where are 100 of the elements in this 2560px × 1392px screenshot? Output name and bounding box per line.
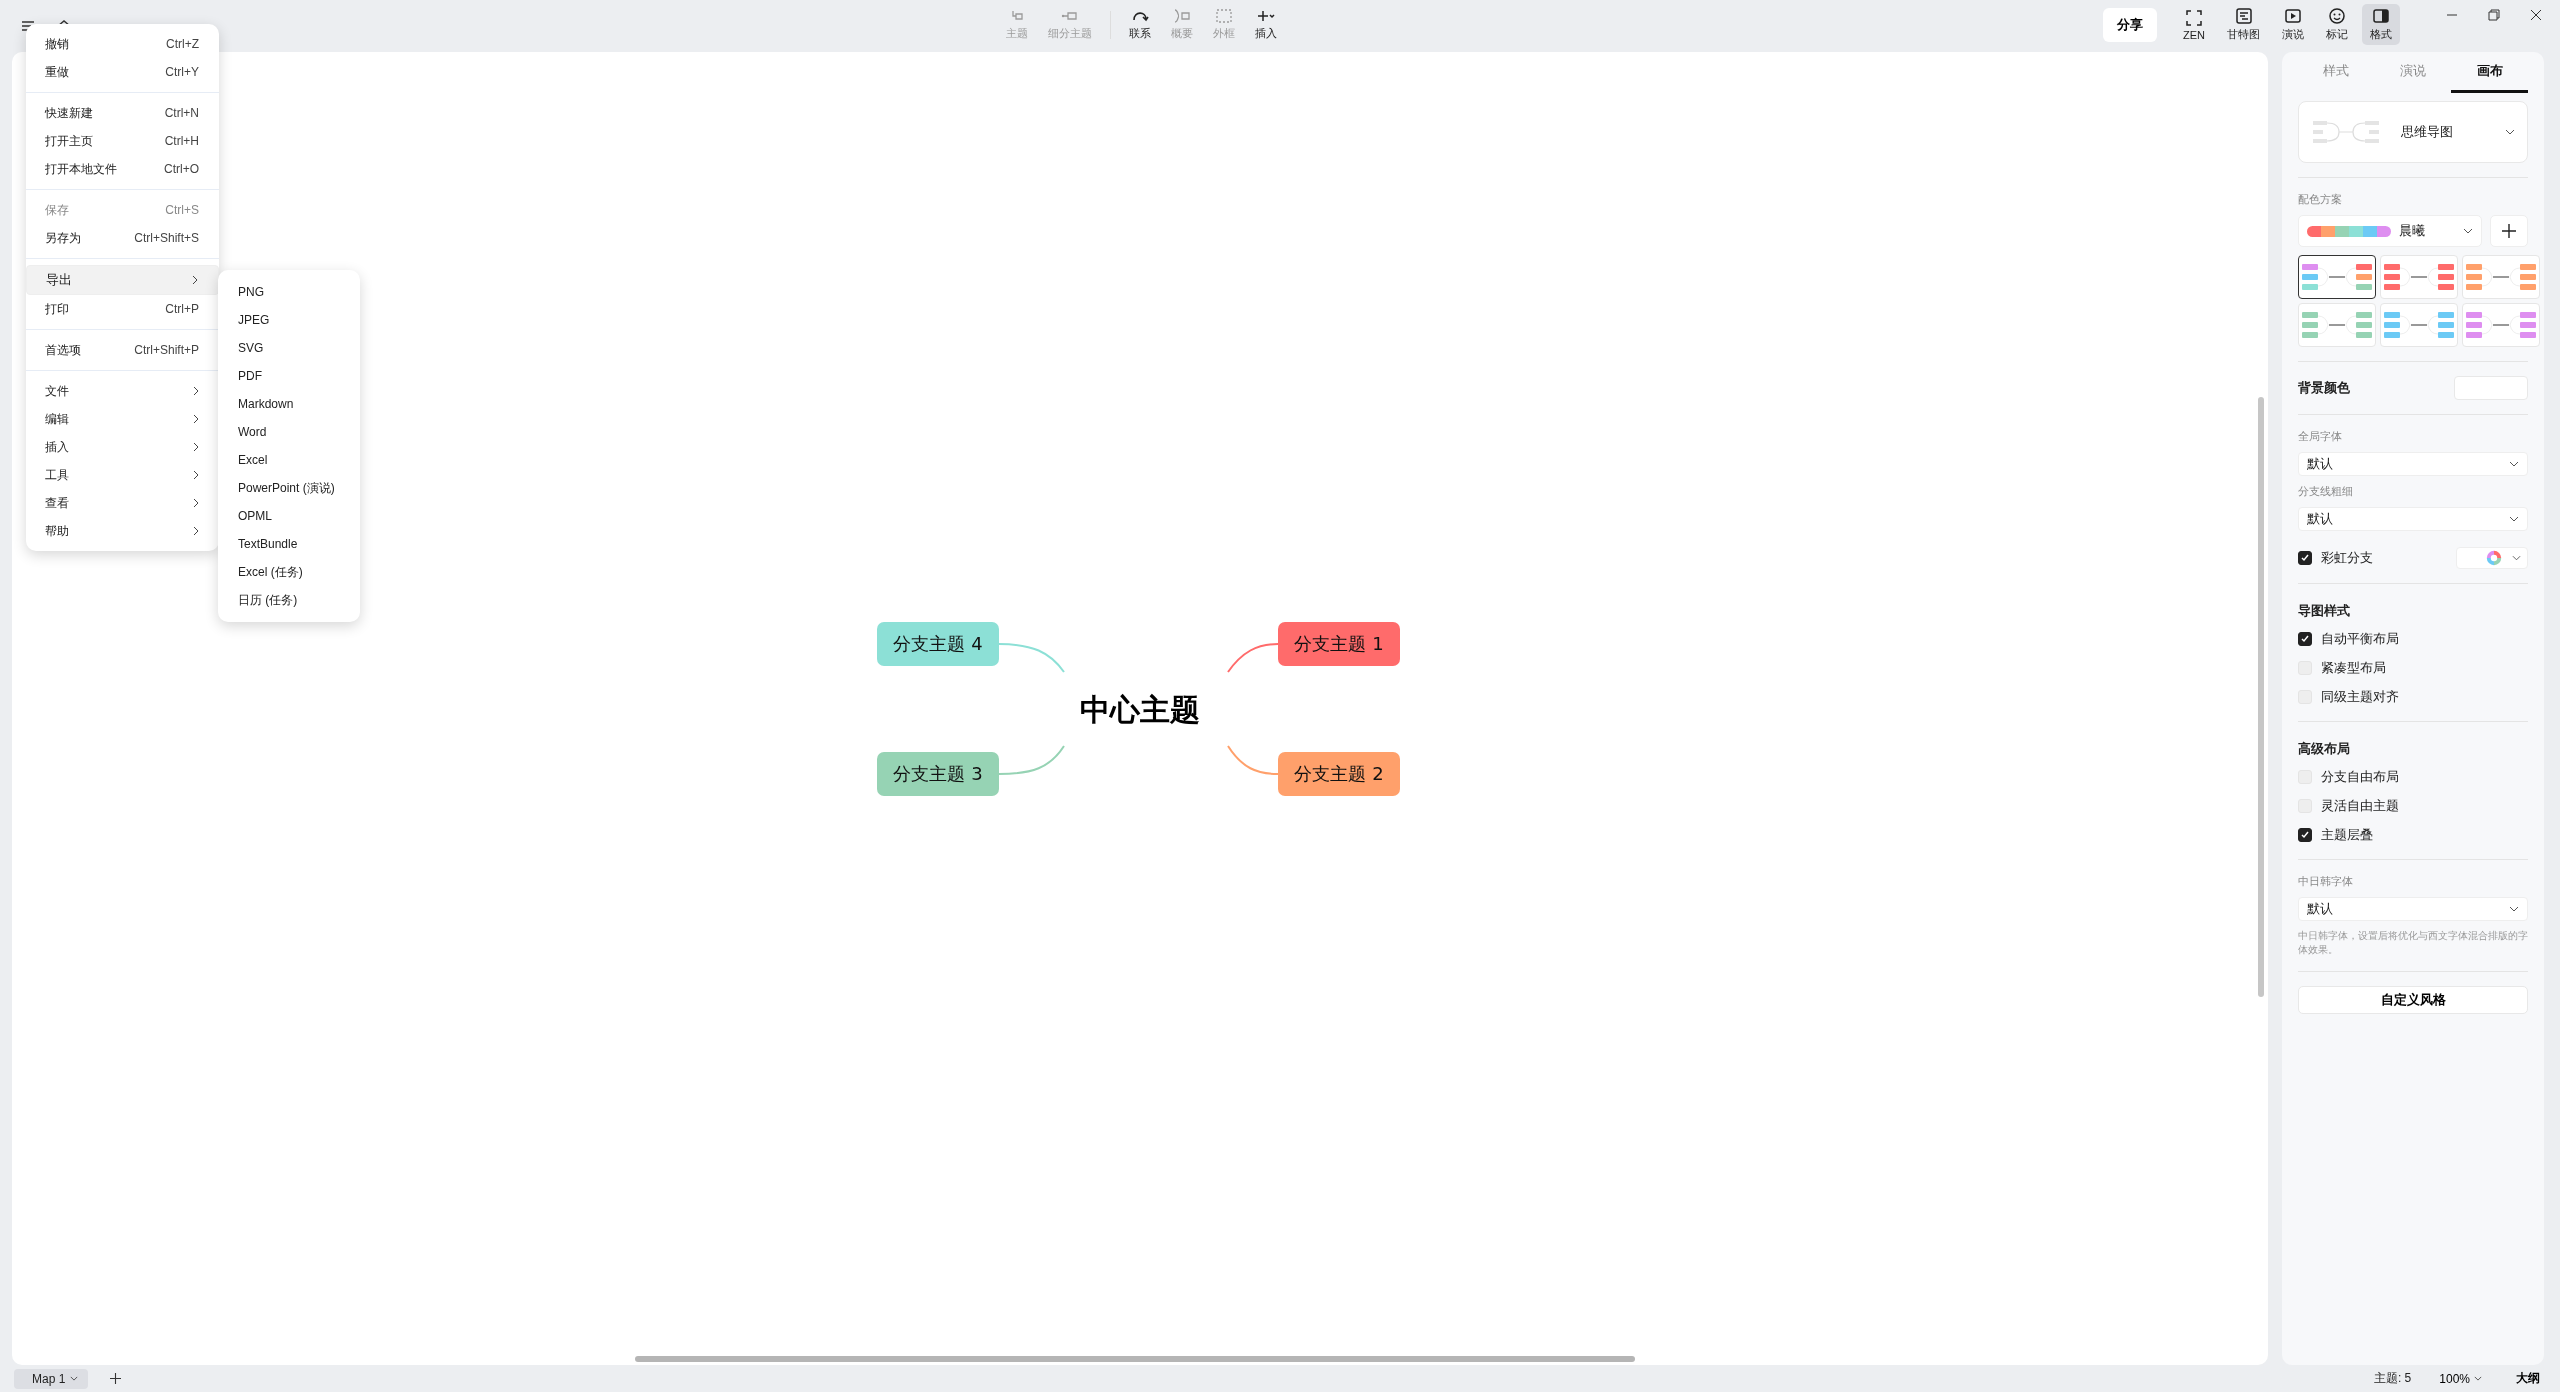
menu-item[interactable]: 打开本地文件 Ctrl+O (26, 155, 219, 183)
connector-line (998, 745, 1065, 775)
panel-tab[interactable]: 样式 (2298, 52, 2375, 93)
connector-line (1227, 745, 1279, 775)
gantt-icon (2234, 7, 2253, 25)
checkbox[interactable] (2298, 631, 2312, 646)
chevron-down-icon (2509, 516, 2519, 522)
menu-item[interactable]: Excel (任务) (218, 558, 360, 586)
chevron-down-icon (2509, 906, 2519, 912)
vertical-scrollbar[interactable] (2258, 397, 2264, 997)
view-tool-button[interactable]: 甘特图 (2219, 4, 2268, 45)
menu-item[interactable]: 查看 (26, 489, 219, 517)
checkbox-label: 自动平衡布局 (2321, 629, 2399, 648)
structure-select[interactable]: 思维导图 (2298, 101, 2528, 163)
menu-item[interactable]: 工具 (26, 461, 219, 489)
menu-item[interactable]: PNG (218, 278, 360, 306)
dashed-frame-icon (1214, 8, 1234, 24)
menu-item[interactable]: 重做 Ctrl+Y (26, 58, 219, 86)
line-width-select[interactable]: 默认 (2298, 507, 2528, 531)
branch-topic[interactable]: 分支主题 4 (877, 622, 999, 666)
chevron-down-icon (2505, 129, 2515, 135)
add-palette-button[interactable] (2490, 215, 2528, 247)
menu-item[interactable]: 首选项 Ctrl+Shift+P (26, 336, 219, 364)
menu-item[interactable]: SVG (218, 334, 360, 362)
menu-item[interactable]: 日历 (任务) (218, 586, 360, 614)
menu-item[interactable]: 撤销 Ctrl+Z (26, 30, 219, 58)
checkbox-label: 紧凑型布局 (2321, 658, 2386, 677)
checkbox-label: 彩虹分支 (2321, 549, 2373, 567)
fullscreen-icon (2185, 8, 2203, 27)
chevron-right-icon (193, 498, 199, 508)
mind-map-structure-icon (2311, 120, 2381, 144)
central-topic[interactable]: 中心主题 (1080, 690, 1200, 731)
chevron-down-icon (70, 1376, 79, 1381)
checkbox-label: 主题层叠 (2321, 825, 2373, 844)
menu-item[interactable]: 快速新建 Ctrl+N (26, 99, 219, 127)
custom-style-button[interactable]: 自定义风格 (2298, 986, 2528, 1014)
topic-count: 主题: 5 (2373, 1370, 2412, 1387)
view-tool-button[interactable]: 格式 (2362, 4, 2400, 45)
restore-icon[interactable] (2488, 8, 2500, 21)
chevron-down-icon (2509, 461, 2519, 467)
theme-thumbnail[interactable] (2298, 255, 2376, 299)
check-icon (2300, 829, 2310, 840)
menu-item[interactable]: Excel (218, 446, 360, 474)
panel-tab[interactable]: 演说 (2374, 52, 2452, 93)
section-label: 配色方案 (2298, 192, 2343, 207)
checkbox[interactable] (2298, 551, 2312, 565)
toolbar-button[interactable]: 插入 (1249, 6, 1283, 43)
chevron-right-icon (193, 442, 199, 452)
horizontal-scrollbar[interactable] (635, 1356, 1635, 1362)
chevron-down-icon (2463, 228, 2473, 234)
font-select[interactable]: 默认 (2298, 452, 2528, 476)
menu-item[interactable]: JPEG (218, 306, 360, 334)
checkbox-label: 同级主题对齐 (2321, 687, 2399, 706)
menu-item[interactable]: 插入 (26, 433, 219, 461)
panel-tab[interactable]: 画布 (2451, 52, 2528, 93)
view-tool-button[interactable]: ZEN (2175, 5, 2213, 44)
menu-item[interactable]: 打开主页 Ctrl+H (26, 127, 219, 155)
menu-item[interactable]: 帮助 (26, 517, 219, 545)
plus-caret-icon (1256, 8, 1276, 24)
check-icon (2300, 633, 2310, 644)
add-sheet-icon[interactable] (110, 1373, 122, 1384)
background-color-label: 背景颜色 (2298, 379, 2350, 397)
menu-item[interactable]: 文件 (26, 377, 219, 405)
outline-button[interactable]: 大纲 (2510, 1369, 2546, 1388)
menu-item[interactable]: 另存为 Ctrl+Shift+S (26, 224, 219, 252)
chevron-right-icon (193, 414, 199, 424)
menu-item[interactable]: OPML (218, 502, 360, 530)
chevron-right-icon (192, 275, 198, 285)
checkbox-label: 灵活自由主题 (2321, 796, 2399, 815)
connector-line (998, 643, 1065, 673)
chevron-right-icon (193, 386, 199, 396)
branch-topic[interactable]: 分支主题 3 (877, 752, 999, 796)
brace-icon (1172, 8, 1192, 24)
menu-item[interactable]: Markdown (218, 390, 360, 418)
palette-select[interactable]: 晨曦 (2298, 215, 2482, 247)
menu-item[interactable]: TextBundle (218, 530, 360, 558)
branch-topic[interactable]: 分支主题 1 (1278, 622, 1400, 666)
section-heading: 高级布局 (2298, 740, 2351, 758)
menu-item[interactable]: PDF (218, 362, 360, 390)
checkbox-label: 分支自由布局 (2321, 767, 2399, 786)
view-tool-button[interactable]: 标记 (2318, 4, 2356, 45)
chevron-right-icon (193, 526, 199, 536)
share-button[interactable]: 分享 (2103, 7, 2157, 42)
menu-item[interactable]: Word (218, 418, 360, 446)
cjk-font-select[interactable]: 默认 (2298, 897, 2528, 921)
checkbox[interactable] (2298, 827, 2312, 842)
rainbow-color-select[interactable] (2456, 547, 2528, 569)
menu-item[interactable]: 导出 (26, 265, 219, 295)
plus-icon (2502, 224, 2516, 238)
branch-topic[interactable]: 分支主题 2 (1278, 752, 1400, 796)
menu-item[interactable]: 打印 Ctrl+P (26, 295, 219, 323)
play-icon (2284, 7, 2302, 25)
view-tool-button[interactable]: 演说 (2274, 4, 2312, 45)
close-icon[interactable] (2530, 8, 2542, 21)
menu-item[interactable]: 编辑 (26, 405, 219, 433)
chevron-down-icon (2474, 1376, 2482, 1381)
menu-item[interactable]: PowerPoint (演说) (218, 474, 360, 502)
sheet-tab[interactable]: Map 1 (14, 1368, 89, 1389)
zoom-select[interactable]: 100% (2433, 1370, 2488, 1387)
toolbar-button[interactable]: 联系 (1123, 6, 1157, 43)
